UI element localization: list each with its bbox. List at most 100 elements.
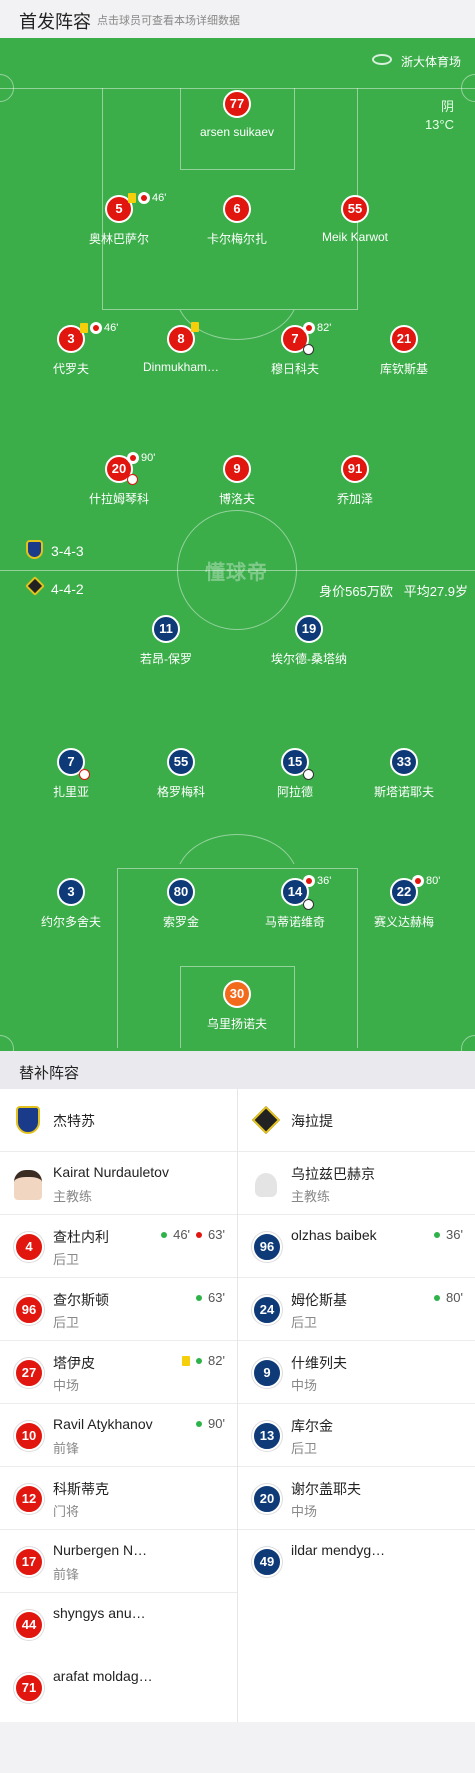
player-number: 9: [252, 1358, 282, 1388]
player-name: Nurbergen N…: [53, 1542, 148, 1558]
player-home-7[interactable]: 7 穆日科夫: [240, 325, 350, 377]
sub-out-icon: [90, 322, 102, 334]
sub-in-icon: [193, 1417, 206, 1430]
player-number: 80: [167, 878, 195, 906]
event-minute: 63': [208, 1290, 225, 1305]
away-team-badge-icon: [25, 576, 45, 596]
bench-player-row[interactable]: 12 科斯蒂克 门将: [0, 1467, 237, 1530]
event-minute: 36': [446, 1227, 463, 1242]
player-name: shyngys anu…: [53, 1605, 146, 1621]
player-away-22[interactable]: 22 赛义达赫梅: [349, 878, 459, 930]
player-name: arafat moldag…: [53, 1668, 153, 1684]
bench-player-row[interactable]: 17 Nurbergen N… 前锋: [0, 1530, 237, 1593]
player-number: 30: [223, 980, 251, 1008]
bench-player-row[interactable]: 96 查尔斯顿 后卫 63': [0, 1278, 237, 1341]
bench-player-row[interactable]: 4 查杜内利 后卫 46' 63': [0, 1215, 237, 1278]
player-name: Dinmukham…: [142, 360, 220, 374]
player-name: 姆伦斯基: [291, 1292, 347, 1308]
player-name: 什维列夫: [291, 1355, 347, 1371]
player-home-21[interactable]: 21 库钦斯基: [349, 325, 459, 377]
player-name: olzhas baibek: [291, 1227, 377, 1243]
away-team-row[interactable]: 海拉提: [238, 1089, 475, 1152]
home-coach-row[interactable]: Kairat Nurdauletov 主教练: [0, 1152, 237, 1215]
player-away-80[interactable]: 80 索罗金: [126, 878, 236, 930]
bench-player-row[interactable]: 9 什维列夫 中场: [238, 1341, 475, 1404]
player-name: 乌里扬诺夫: [206, 1017, 267, 1031]
player-number: 91: [341, 455, 369, 483]
bench-player-row[interactable]: 24 姆伦斯基 后卫 80': [238, 1278, 475, 1341]
player-home-91[interactable]: 91 乔加泽: [300, 455, 410, 507]
player-name: 若昂-保罗: [140, 652, 192, 666]
player-home-9[interactable]: 9 博洛夫: [182, 455, 292, 507]
bench-player-row[interactable]: 13 库尔金 后卫: [238, 1404, 475, 1467]
player-name: 卡尔梅尔扎: [206, 232, 267, 246]
player-number: 19: [295, 615, 323, 643]
player-number: 12: [14, 1484, 44, 1514]
player-name: 科斯蒂克: [53, 1481, 109, 1497]
player-away-19[interactable]: 19 埃尔德-桑塔纳: [254, 615, 364, 667]
sub-out-icon: [127, 452, 139, 464]
event-minute: 80': [426, 875, 441, 887]
player-away-33[interactable]: 33 斯塔诺耶夫: [349, 748, 459, 800]
watermark-logo: 懂球帝: [205, 562, 268, 584]
sub-in-icon: [431, 1291, 444, 1304]
player-name: 塔伊皮: [53, 1355, 95, 1371]
player-number: 96: [14, 1295, 44, 1325]
player-number: 49: [252, 1547, 282, 1577]
bench-player-row[interactable]: 96 olzhas baibek 36': [238, 1215, 475, 1278]
player-home-6[interactable]: 6 卡尔梅尔扎: [182, 195, 292, 247]
bench-player-row[interactable]: 20 谢尔盖耶夫 中场: [238, 1467, 475, 1530]
player-home-55[interactable]: 55 Meik Karwot: [300, 195, 410, 244]
player-away-15[interactable]: 15 阿拉德: [240, 748, 350, 800]
sub-events: 90': [193, 1416, 225, 1431]
goal-ball-icon: [303, 344, 314, 355]
player-away-14[interactable]: 14 马蒂诺维奇: [240, 878, 350, 930]
player-away-7[interactable]: 7 扎里亚: [16, 748, 126, 800]
event-minute: 46': [152, 192, 167, 204]
coach-name: Kairat Nurdauletov: [53, 1164, 169, 1180]
corner-arc-tr: [461, 74, 475, 102]
sub-in-icon: [193, 1354, 206, 1367]
player-position: 门将: [53, 1504, 80, 1519]
player-name: ildar mendyg…: [291, 1542, 386, 1558]
event-minute: 46': [173, 1227, 191, 1242]
player-event: 46': [128, 192, 166, 204]
away-coach-row[interactable]: 乌拉兹巴赫京 主教练: [238, 1152, 475, 1215]
bench-player-row[interactable]: 10 Ravil Atykhanov 前锋 90': [0, 1404, 237, 1467]
player-away-30[interactable]: 30 乌里扬诺夫: [182, 980, 292, 1032]
home-team-row[interactable]: 杰特苏: [0, 1089, 237, 1152]
bench-player-row[interactable]: 71 arafat moldag…: [0, 1656, 237, 1719]
page-title: 首发阵容: [19, 12, 91, 32]
player-away-3[interactable]: 3 约尔多舍夫: [16, 878, 126, 930]
player-away-55[interactable]: 55 格罗梅科: [126, 748, 236, 800]
player-home-8[interactable]: 8 Dinmukham…: [126, 325, 236, 374]
player-number: 13: [252, 1421, 282, 1451]
player-number: 9: [223, 455, 251, 483]
venue-name: 浙大体育场: [400, 55, 461, 69]
player-home-77[interactable]: 77 arsen suikaev: [182, 90, 292, 139]
away-market-value: 身价565万欧 平均27.9岁: [319, 581, 468, 600]
bench-player-row[interactable]: 27 塔伊皮 中场 82': [0, 1341, 237, 1404]
player-name: 查尔斯顿: [53, 1292, 109, 1308]
player-name: 库钦斯基: [379, 362, 428, 376]
event-minute: 82': [208, 1353, 225, 1368]
sub-in-icon: [193, 1291, 206, 1304]
bench-player-row[interactable]: 49 ildar mendyg…: [238, 1530, 475, 1593]
coach-avatar: [14, 1170, 42, 1200]
player-name: 扎里亚: [52, 785, 89, 799]
event-minute: 36': [317, 875, 332, 887]
player-name: 什拉姆琴科: [88, 492, 149, 506]
player-position: 中场: [53, 1378, 80, 1393]
away-team-name: 海拉提: [291, 1113, 333, 1129]
bench-player-row[interactable]: 44 shyngys anu…: [0, 1593, 237, 1656]
player-away-11[interactable]: 11 若昂-保罗: [111, 615, 221, 667]
home-team-logo-icon: [16, 1106, 40, 1134]
player-event: 90': [127, 452, 155, 464]
sub-events: 46' 63': [158, 1227, 225, 1242]
player-name: 谢尔盖耶夫: [291, 1481, 361, 1497]
sub-out-icon: [303, 322, 315, 334]
sub-events: 80': [431, 1290, 463, 1305]
player-position: 中场: [291, 1504, 318, 1519]
lineup-header: 首发阵容 点击球员可查看本场详细数据: [0, 0, 475, 38]
player-home-20[interactable]: 20 什拉姆琴科: [64, 455, 174, 507]
